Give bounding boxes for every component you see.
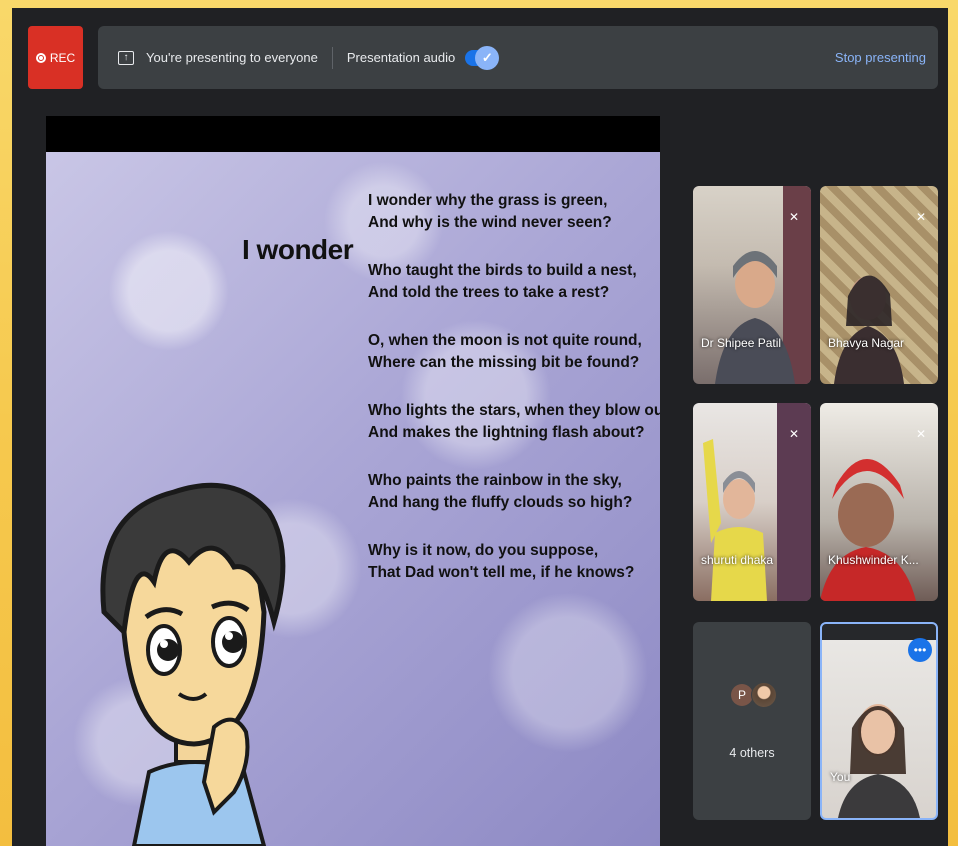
presentation-audio-label: Presentation audio (346, 50, 456, 65)
participant-tile[interactable]: ✕ Dr Shipee Patil (693, 186, 811, 384)
poem-title: I wonder (242, 234, 354, 265)
meet-window: REC ↑ You're presenting to everyone Pres… (12, 8, 948, 846)
slide-top-strip (46, 116, 660, 152)
participant-name: Dr Shipee Patil (701, 336, 782, 350)
participant-name: You (830, 770, 851, 784)
thinking-boy-illustration (100, 482, 286, 846)
poem-stanza: Who lights the stars, when they blow out… (368, 400, 660, 444)
presentation-slide: I wonder I wonder why the grass is green… (46, 152, 660, 846)
avatar (751, 682, 777, 708)
more-options-icon[interactable]: ••• (908, 638, 932, 662)
poem-line: O, when the moon is not quite round, (368, 332, 642, 349)
poem-line: Why is it now, do you suppose, (368, 542, 599, 559)
participant-name: Bhavya Nagar (828, 336, 905, 350)
presenting-message: You're presenting to everyone (146, 50, 318, 65)
participant-tile[interactable]: ✕ shuruti dhaka (693, 403, 811, 601)
poem-stanza: O, when the moon is not quite round, Whe… (368, 330, 653, 374)
check-icon: ✓ (475, 45, 500, 70)
poem-line: Where can the missing bit be found? (368, 354, 640, 371)
bar-divider (331, 46, 333, 69)
record-icon (35, 52, 46, 63)
poem-stanza: Who taught the birds to build a nest, An… (368, 260, 653, 304)
participant-name: shuruti dhaka (701, 553, 774, 567)
others-tile[interactable]: P 4 others (693, 622, 811, 820)
poem-line: And why is the wind never seen? (368, 214, 612, 231)
poem-line: That Dad won't tell me, if he knows? (368, 564, 635, 581)
presentation-audio-toggle[interactable]: ✓ (465, 45, 500, 70)
poem-text: I wonder why the grass is green, And why… (368, 190, 660, 610)
poem-line: Who paints the rainbow in the sky, (368, 472, 622, 489)
poem-stanza: Who paints the rainbow in the sky, And h… (368, 470, 653, 514)
participant-tile[interactable]: ✕ Bhavya Nagar (820, 186, 938, 384)
participant-name: Khushwinder K... (828, 553, 919, 567)
avatar: P (731, 684, 753, 706)
present-screen-icon: ↑ (118, 50, 134, 65)
presenting-bar: ↑ You're presenting to everyone Presenta… (98, 26, 938, 89)
poem-line: Who taught the birds to build a nest, (368, 262, 637, 279)
poem-line: And makes the lightning flash about? (368, 424, 645, 441)
recording-indicator[interactable]: REC (28, 26, 83, 89)
poem-stanza: Why is it now, do you suppose, That Dad … (368, 540, 653, 584)
self-tile[interactable]: ••• You (820, 622, 938, 820)
poem-line: And told the trees to take a rest? (368, 284, 610, 301)
participant-tile[interactable]: ✕ Khushwinder K... (820, 403, 938, 601)
poem-line: I wonder why the grass is green, (368, 192, 608, 209)
poem-line: Who lights the stars, when they blow out… (368, 402, 660, 419)
recording-label: REC (49, 50, 76, 65)
others-count: 4 others (729, 746, 775, 760)
poem-stanza: I wonder why the grass is green, And why… (368, 190, 653, 234)
mic-off-icon: ✕ (789, 210, 800, 224)
mic-off-icon: ✕ (789, 427, 800, 441)
mic-off-icon: ✕ (916, 210, 927, 224)
stop-presenting-button[interactable]: Stop presenting (835, 50, 926, 65)
mic-off-icon: ✕ (916, 427, 927, 441)
poem-line: And hang the fluffy clouds so high? (368, 494, 633, 511)
